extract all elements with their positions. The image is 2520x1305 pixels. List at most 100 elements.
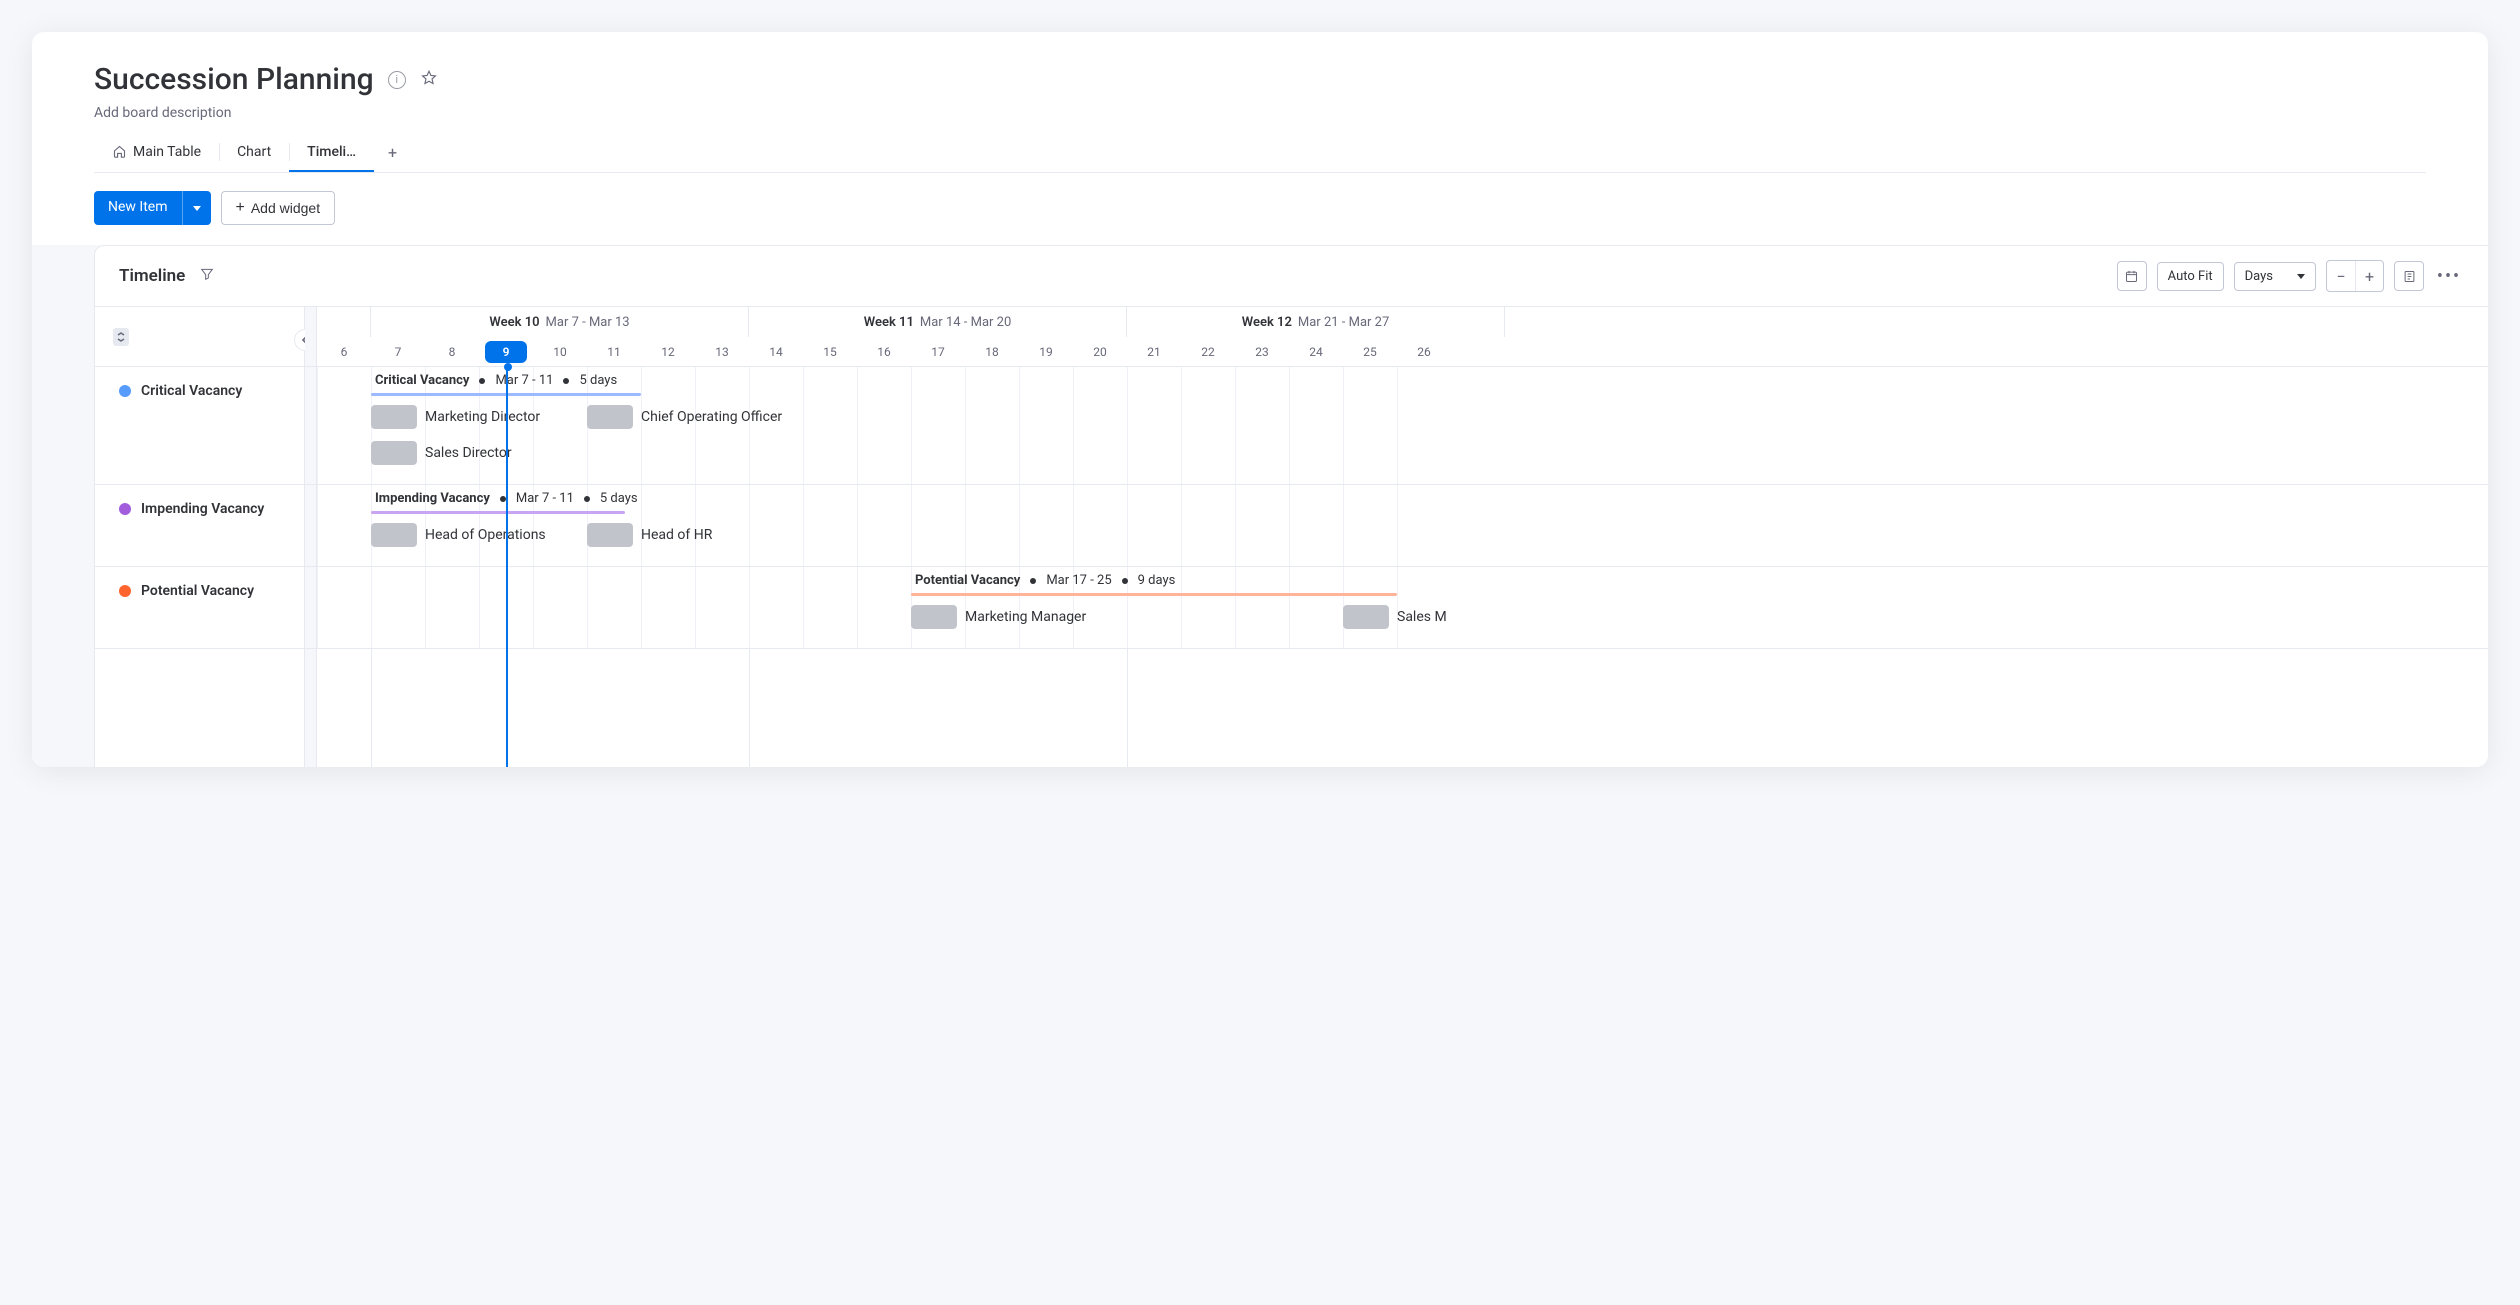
- group-critical-vacancy[interactable]: Critical Vacancy: [95, 367, 304, 485]
- today-indicator: [506, 367, 508, 767]
- view-tabs: Main TableChart Timeli… +: [94, 133, 2426, 173]
- day-cell: 18: [965, 337, 1019, 367]
- day-cell: 16: [857, 337, 911, 367]
- day-cell: 11: [587, 337, 641, 367]
- dot-separator: [500, 496, 506, 502]
- group-span-bar: [911, 593, 1397, 596]
- timeline-grid[interactable]: Week 10Mar 7 - Mar 13 Week 11 Mar 14 - Mar…: [305, 307, 2488, 767]
- timeline-item[interactable]: Head of HR: [587, 523, 712, 547]
- timeline-item[interactable]: Head of Operations: [371, 523, 546, 547]
- panel-wrapper: Timeline Auto Fit Days: [32, 245, 2488, 767]
- group-color-dot: [119, 385, 131, 397]
- group-span-bar: [371, 511, 625, 514]
- group-summary: Potential VacancyMar 17 - 259 days: [915, 573, 1175, 588]
- add-widget-button[interactable]: + Add widget: [221, 191, 336, 225]
- week-header: Week 11 Mar 14 - Mar 20: [749, 307, 1127, 337]
- plus-icon: +: [236, 200, 245, 216]
- new-item-button[interactable]: New Item: [94, 191, 211, 225]
- timeline-item[interactable]: Chief Operating Officer: [587, 405, 782, 429]
- day-cell: 20: [1073, 337, 1127, 367]
- group-summary-name: Potential Vacancy: [915, 573, 1020, 588]
- filter-icon[interactable]: [199, 266, 215, 286]
- group-summary-dates: Mar 7 - 11: [495, 373, 553, 388]
- week-header: Week 10Mar 7 - Mar 13: [371, 307, 749, 337]
- item-bar: [587, 523, 633, 547]
- lane: Impending VacancyMar 7 - 115 daysHead of…: [305, 485, 2488, 567]
- info-icon[interactable]: i: [388, 71, 406, 89]
- timeline-item[interactable]: Sales Director: [371, 441, 512, 465]
- scale-select[interactable]: Days: [2234, 262, 2316, 291]
- new-item-dropdown[interactable]: [182, 191, 211, 225]
- group-summary-name: Impending Vacancy: [375, 491, 490, 506]
- board-header: Succession Planning i Add board descript…: [32, 32, 2488, 245]
- app-window: Succession Planning i Add board descript…: [32, 32, 2488, 767]
- group-color-dot: [119, 585, 131, 597]
- group-name: Potential Vacancy: [141, 583, 254, 599]
- tab-main-table[interactable]: Main Table: [94, 134, 219, 172]
- dot-separator: [1030, 578, 1036, 584]
- lane: Potential VacancyMar 17 - 259 days Market…: [305, 567, 2488, 649]
- day-cell: 24: [1289, 337, 1343, 367]
- day-cell: 21: [1127, 337, 1181, 367]
- item-bar: [371, 405, 417, 429]
- add-view-button[interactable]: +: [374, 133, 411, 172]
- week-dates: Mar 14 - Mar 20: [920, 315, 1011, 330]
- collapse-sidebar-icon[interactable]: [113, 328, 129, 346]
- today-button[interactable]: [2117, 261, 2147, 291]
- group-summary-duration: 9 days: [1138, 573, 1176, 588]
- item-label: Sales Director: [425, 445, 512, 461]
- group-summary-duration: 5 days: [579, 373, 617, 388]
- more-button[interactable]: •••: [2434, 261, 2464, 291]
- day-cell: 7: [371, 337, 425, 367]
- day-cell: 23: [1235, 337, 1289, 367]
- item-label: Marketing Director: [425, 409, 540, 425]
- tab-chart[interactable]: Chart: [219, 134, 289, 172]
- item-bar: [371, 523, 417, 547]
- timeline-item[interactable]: Marketing Director: [371, 405, 540, 429]
- group-name: Impending Vacancy: [141, 501, 264, 517]
- item-bar: [911, 605, 957, 629]
- day-cell: 22: [1181, 337, 1235, 367]
- day-cell: 14: [749, 337, 803, 367]
- grid-header: Week 10Mar 7 - Mar 13 Week 11 Mar 14 - Mar…: [305, 307, 2488, 367]
- new-item-label: New Item: [94, 191, 182, 225]
- zoom-in-button[interactable]: +: [2355, 261, 2383, 291]
- timeline-item[interactable]: Sales M: [1343, 605, 1447, 629]
- week-label: Week 11: [864, 315, 914, 330]
- day-cell: 17: [911, 337, 965, 367]
- auto-fit-button[interactable]: Auto Fit: [2157, 262, 2224, 291]
- tab-timeli-[interactable]: Timeli…: [289, 134, 374, 172]
- group-summary: Critical Vacancy Mar 7 - 11 5 days: [375, 373, 617, 388]
- day-cell: 19: [1019, 337, 1073, 367]
- week-dates: Mar 21 - Mar 27: [1298, 315, 1389, 330]
- zoom-out-button[interactable]: −: [2327, 261, 2355, 291]
- scale-label: Days: [2245, 269, 2273, 284]
- timeline-sidebar: Critical Vacancy Impending Vacancy Potenti…: [95, 307, 305, 767]
- dot-separator: [563, 378, 569, 384]
- day-cell: 15: [803, 337, 857, 367]
- zoom-controls: − +: [2326, 260, 2384, 292]
- more-icon: •••: [2437, 266, 2461, 287]
- item-bar: [1343, 605, 1389, 629]
- group-name: Critical Vacancy: [141, 383, 242, 399]
- board-title: Succession Planning: [94, 62, 374, 97]
- item-label: Sales M: [1397, 609, 1447, 625]
- group-color-dot: [119, 503, 131, 515]
- item-bar: [587, 405, 633, 429]
- export-button[interactable]: [2394, 261, 2424, 291]
- add-widget-label: Add widget: [251, 200, 320, 216]
- day-cell: 25: [1343, 337, 1397, 367]
- home-icon: [112, 144, 127, 159]
- item-bar: [371, 441, 417, 465]
- group-impending-vacancy[interactable]: Impending Vacancy: [95, 485, 304, 567]
- dot-separator: [1122, 578, 1128, 584]
- star-icon[interactable]: [420, 69, 438, 91]
- group-summary-name: Critical Vacancy: [375, 373, 469, 388]
- item-label: Head of HR: [641, 527, 712, 543]
- group-potential-vacancy[interactable]: Potential Vacancy: [95, 567, 304, 649]
- tab-label: Timeli…: [307, 144, 356, 160]
- board-description[interactable]: Add board description: [94, 105, 2426, 121]
- item-label: Marketing Manager: [965, 609, 1086, 625]
- timeline-item[interactable]: Marketing Manager: [911, 605, 1086, 629]
- week-label: Week 10: [489, 315, 539, 330]
